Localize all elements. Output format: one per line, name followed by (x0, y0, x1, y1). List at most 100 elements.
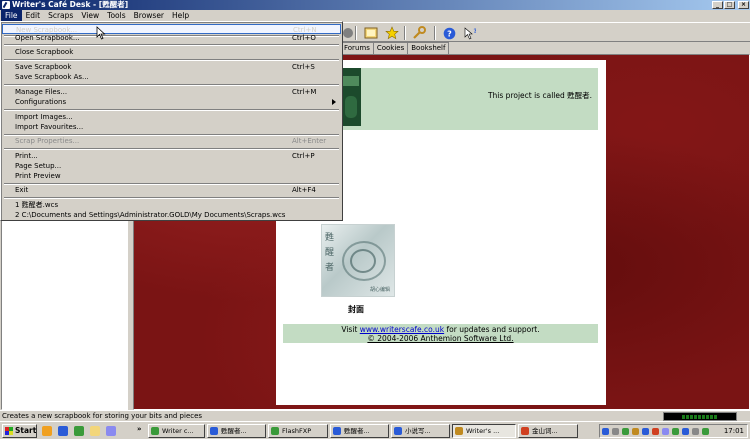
quicklaunch-app-icon[interactable] (74, 426, 84, 436)
task-button-novel[interactable]: 小说写... (391, 424, 450, 438)
window-title: Writer's Café Desk - [甦醒者] (12, 0, 129, 9)
menu-item-manage-files[interactable]: Manage Files... Ctrl+M (2, 87, 341, 97)
tray-av-icon[interactable] (632, 428, 639, 435)
menu-separator (4, 109, 339, 111)
tray-security-icon[interactable] (652, 428, 659, 435)
menu-item-open-scrapbook[interactable]: Open Scrapbook... Ctrl+O (2, 33, 341, 43)
svg-text:?: ? (474, 28, 477, 35)
menu-item-recent-2[interactable]: 2 C:\Documents and Settings\Administrato… (2, 210, 341, 220)
menu-item-page-setup[interactable]: Page Setup... (2, 161, 341, 171)
quicklaunch-more-icon[interactable]: » (137, 425, 142, 433)
menu-item-print[interactable]: Print... Ctrl+P (2, 151, 341, 161)
tray-pen-icon[interactable] (612, 428, 619, 435)
help-icon[interactable]: ? (441, 25, 458, 41)
windows-logo-icon (5, 427, 13, 435)
menu-item-shortcut: Alt+F4 (292, 186, 316, 194)
menu-item-close-scrapbook[interactable]: Close Scrapbook (2, 47, 341, 57)
task-button-sxz-1[interactable]: 甦醒者... (207, 424, 266, 438)
start-label: Start (15, 426, 37, 435)
cover-editor: 胡心编辑 (369, 287, 390, 293)
task-button-kingsoft[interactable]: 金山词... (518, 424, 578, 438)
menu-item-print-preview[interactable]: Print Preview (2, 171, 341, 181)
tab-forums[interactable]: Forums (340, 42, 374, 54)
menu-item-label: 1 甦醒者.wcs (15, 201, 59, 209)
menu-item-exit[interactable]: Exit Alt+F4 (2, 185, 341, 195)
menu-item-label: Save Scrapbook (15, 63, 72, 71)
menu-item-label: Manage Files... (15, 88, 68, 96)
menu-item-shortcut: Ctrl+P (292, 152, 315, 160)
toolbar-separator (434, 26, 436, 40)
task-icon (455, 427, 463, 435)
menu-separator (4, 84, 339, 86)
tab-cookies[interactable]: Cookies (373, 42, 409, 54)
menu-item-label: Print... (15, 152, 38, 160)
menu-separator (4, 59, 339, 61)
tray-download-icon[interactable] (702, 428, 709, 435)
title-bar: Writer's Café Desk - [甦醒者] _ □ × (0, 0, 750, 10)
star-icon[interactable] (383, 25, 400, 41)
svg-text:?: ? (447, 29, 452, 38)
window-controls: _ □ × (712, 1, 749, 9)
visit-suffix: for updates and support. (444, 325, 540, 334)
menu-item-shortcut: Ctrl+M (292, 88, 317, 96)
tray-messenger-icon[interactable] (642, 428, 649, 435)
whats-this-icon[interactable]: ? (461, 25, 478, 41)
task-label: 小说写... (405, 427, 431, 435)
menu-item-import-favourites[interactable]: Import Favourites... (2, 122, 341, 132)
website-link[interactable]: www.writerscafe.co.uk (360, 325, 444, 334)
status-progress (663, 412, 737, 421)
task-button-writer[interactable]: Writer c... (148, 424, 205, 438)
menu-item-import-images[interactable]: Import Images... (2, 112, 341, 122)
menu-item-save-scrapbook[interactable]: Save Scrapbook Ctrl+S (2, 62, 341, 72)
minimize-button[interactable]: _ (712, 1, 723, 9)
note-icon[interactable] (362, 25, 379, 41)
task-icon (151, 427, 159, 435)
menu-item-recent-1[interactable]: 1 甦醒者.wcs (2, 200, 341, 210)
status-text: Creates a new scrapbook for storing your… (2, 412, 203, 420)
tray-app-icon[interactable] (622, 428, 629, 435)
menu-item-shortcut: Ctrl+O (292, 34, 316, 42)
menu-item-label: 2 C:\Documents and Settings\Administrato… (15, 211, 286, 219)
tray-misc-icon[interactable] (692, 428, 699, 435)
task-button-flashfxp[interactable]: FlashFXP (268, 424, 328, 438)
cover-title: 甦醒者 (325, 233, 335, 273)
menu-separator (4, 44, 339, 46)
clock[interactable]: 17:01 (724, 425, 744, 437)
wrench-icon[interactable] (410, 25, 427, 41)
menu-separator (4, 197, 339, 199)
task-button-sxz-2[interactable]: 甦醒者... (330, 424, 389, 438)
close-button[interactable]: × (738, 1, 749, 9)
visit-prefix: Visit (341, 325, 360, 334)
menu-item-label: Exit (15, 186, 29, 194)
quicklaunch-explorer-icon[interactable] (90, 426, 100, 436)
menu-item-label: Open Scrapbook... (15, 34, 80, 42)
tab-strip: Forums Cookies Bookshelf (340, 42, 450, 54)
tray-ime-icon[interactable] (662, 428, 669, 435)
menu-item-configurations[interactable]: Configurations (2, 97, 341, 107)
cover-image[interactable]: 甦醒者 胡心编辑 (321, 224, 395, 297)
task-label: 甦醒者... (221, 427, 247, 435)
task-icon (333, 427, 341, 435)
task-button-writers-cafe[interactable]: Writer's ... (452, 424, 516, 438)
mouse-cursor-icon (96, 26, 106, 40)
start-button[interactable]: Start (2, 424, 37, 438)
menu-item-label: Import Favourites... (15, 123, 84, 131)
task-icon (521, 427, 529, 435)
tray-network-icon[interactable] (602, 428, 609, 435)
app-icon[interactable] (2, 1, 10, 9)
quicklaunch-browser-icon[interactable] (58, 426, 68, 436)
tray-volume-icon[interactable] (682, 428, 689, 435)
system-tray: 17:01 (599, 424, 748, 438)
quicklaunch-folder-icon[interactable] (42, 426, 52, 436)
task-icon (210, 427, 218, 435)
tab-bookshelf[interactable]: Bookshelf (408, 42, 450, 54)
quicklaunch-media-icon[interactable] (106, 426, 116, 436)
cover-swirl-inner (350, 249, 376, 273)
menu-item-label: Page Setup... (15, 162, 62, 170)
maximize-button[interactable]: □ (724, 1, 735, 9)
menu-item-label: Print Preview (15, 172, 61, 180)
book-thumbnail (341, 68, 361, 126)
support-footer: Visit www.writerscafe.co.uk for updates … (283, 324, 598, 343)
menu-item-save-scrapbook-as[interactable]: Save Scrapbook As... (2, 72, 341, 82)
tray-update-icon[interactable] (672, 428, 679, 435)
